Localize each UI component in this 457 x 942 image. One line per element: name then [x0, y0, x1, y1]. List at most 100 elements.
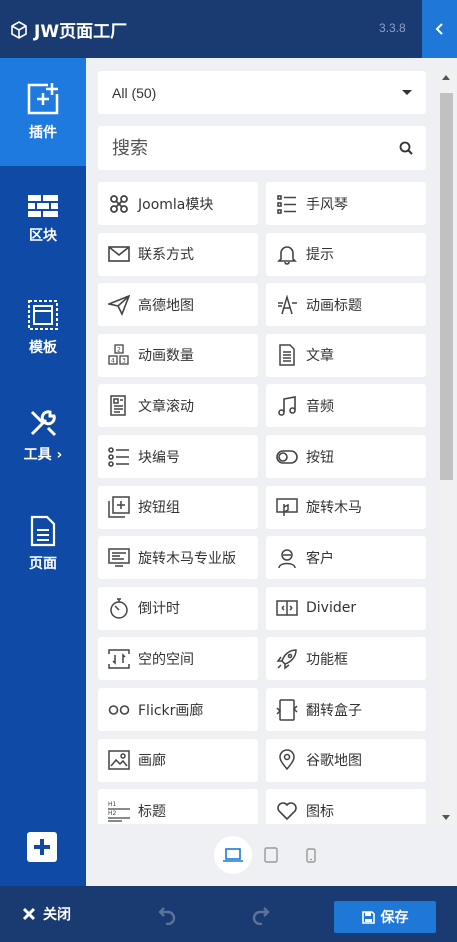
addon-label: 按钮 — [306, 449, 334, 466]
addon-label: 谷歌地图 — [306, 753, 362, 770]
laptop-icon — [223, 848, 243, 862]
save-icon — [361, 910, 375, 924]
clients-icon — [276, 547, 298, 569]
addon-tile[interactable]: 2 4 3 动画数量 — [98, 333, 258, 377]
addon-label: 图标 — [306, 803, 334, 820]
addon-tile[interactable]: 动画标题 — [266, 283, 426, 327]
addon-tile[interactable]: 音频 — [266, 384, 426, 428]
close-icon — [22, 907, 36, 921]
save-button[interactable]: 保存 — [334, 901, 436, 933]
toggle-icon — [276, 446, 298, 468]
sidebar-item-addons[interactable]: 插件 — [0, 58, 94, 166]
divider-icon — [276, 597, 298, 619]
search-input[interactable] — [98, 126, 378, 170]
animated-text-icon — [276, 294, 298, 316]
device-desktop-button[interactable] — [214, 836, 252, 874]
addon-tile[interactable]: Flickr画廊 — [98, 688, 258, 731]
collapse-panel-button[interactable] — [422, 0, 457, 58]
bottom-bar: 关闭 保存 — [0, 886, 457, 942]
search-icon[interactable] — [399, 141, 413, 155]
carousel-icon — [276, 496, 298, 518]
addon-label: 翻转盒子 — [306, 702, 362, 719]
addon-tile[interactable]: 高德地图 — [98, 283, 258, 327]
sidebar-item-label: 区块 — [29, 228, 57, 244]
addon-label: 文章 — [306, 348, 334, 365]
close-label: 关闭 — [43, 907, 71, 923]
map-pin-icon — [276, 749, 298, 771]
scroll-down-arrow[interactable] — [442, 815, 450, 820]
close-button[interactable]: 关闭 — [22, 904, 71, 924]
bell-icon — [276, 243, 298, 265]
svg-text:3: 3 — [122, 358, 126, 365]
category-select[interactable]: All (50) — [98, 71, 426, 114]
addon-tile[interactable]: 块编号 — [98, 435, 258, 478]
joomla-icon — [108, 193, 130, 215]
list-icon — [276, 193, 298, 215]
addon-tile[interactable]: 提示 — [266, 232, 426, 276]
addon-label: 动画标题 — [306, 297, 362, 314]
addon-tile[interactable]: 旋转木马专业版 — [98, 536, 258, 580]
addon-tile[interactable]: 联系方式 — [98, 232, 258, 276]
music-icon — [276, 395, 298, 417]
addon-tile[interactable]: 文章 — [266, 333, 426, 377]
heading-icon: H1 H2 — [108, 800, 130, 822]
addon-tile[interactable]: 谷歌地图 — [266, 738, 426, 782]
addon-label: 倒计时 — [138, 601, 180, 618]
addon-tile[interactable]: 按钮组 — [98, 485, 258, 529]
addon-tile[interactable]: 按钮 — [266, 435, 426, 478]
addon-label: 客户 — [306, 550, 334, 567]
bricks-icon — [28, 195, 58, 217]
sidebar-item-label: 模板 — [29, 340, 57, 356]
button-group-icon — [108, 496, 130, 518]
addon-tile[interactable]: 手风琴 — [266, 182, 426, 225]
addon-label: 按钮组 — [138, 500, 180, 517]
top-bar: JW页面工厂 3.3.8 — [0, 0, 457, 58]
undo-button[interactable] — [158, 905, 176, 929]
device-tablet-button[interactable] — [252, 836, 290, 874]
redo-button[interactable] — [252, 905, 270, 929]
addon-tile[interactable]: 倒计时 — [98, 586, 258, 630]
sidebar-item-label: 页面 — [29, 556, 57, 572]
addon-label: 旋转木马专业版 — [138, 550, 236, 567]
scroll-up-arrow[interactable] — [442, 75, 450, 80]
save-label: 保存 — [380, 910, 409, 926]
page-icon — [30, 515, 56, 547]
cube-icon — [11, 20, 27, 39]
device-switcher — [86, 824, 457, 886]
addon-tile[interactable]: 功能框 — [266, 637, 426, 681]
svg-text:H2: H2 — [108, 810, 117, 817]
scrollbar[interactable] — [438, 71, 455, 824]
image-icon — [108, 749, 130, 771]
addons-panel: All (50) Joomla模块 手风琴联系方式 提示高德地图 动画标题 243 动画数… — [86, 58, 457, 886]
addon-tile[interactable]: 画廊 — [98, 738, 258, 782]
addon-label: 动画数量 — [138, 348, 194, 365]
sidebar-item-templates[interactable]: 模板 — [0, 274, 86, 382]
flip-box-icon — [276, 698, 298, 721]
addon-tile[interactable]: H1 H2 标题 — [98, 789, 258, 824]
addon-tile[interactable]: 文章滚动 — [98, 384, 258, 428]
empty-space-icon — [108, 648, 130, 670]
chevron-down-icon — [402, 90, 412, 95]
search-box — [98, 126, 426, 170]
sidebar-item-pages[interactable]: 页面 — [0, 490, 86, 598]
add-square-icon — [27, 83, 59, 115]
sidebar-item-blocks[interactable]: 区块 — [0, 166, 86, 274]
addon-label: Divider — [306, 600, 357, 617]
device-mobile-button[interactable] — [292, 836, 330, 874]
addon-tile[interactable]: 翻转盒子 — [266, 688, 426, 731]
scrollbar-thumb[interactable] — [440, 93, 453, 480]
addon-tile[interactable]: 空的空间 — [98, 637, 258, 681]
addon-label: 块编号 — [138, 449, 180, 466]
add-page-button[interactable] — [27, 832, 57, 862]
addon-label: 文章滚动 — [138, 398, 194, 415]
addon-label: Joomla模块 — [138, 196, 214, 213]
addon-tile[interactable]: Joomla模块 — [98, 182, 258, 225]
addon-tile[interactable]: 图标 — [266, 789, 426, 824]
addon-tile[interactable]: Divider — [266, 586, 426, 630]
redo-icon — [252, 907, 270, 926]
addon-label: 手风琴 — [306, 196, 348, 213]
addon-tile[interactable]: 客户 — [266, 536, 426, 580]
sidebar-item-tools[interactable]: 工具 › — [0, 382, 86, 490]
svg-text:4: 4 — [111, 358, 115, 365]
addon-tile[interactable]: 旋转木马 — [266, 485, 426, 529]
